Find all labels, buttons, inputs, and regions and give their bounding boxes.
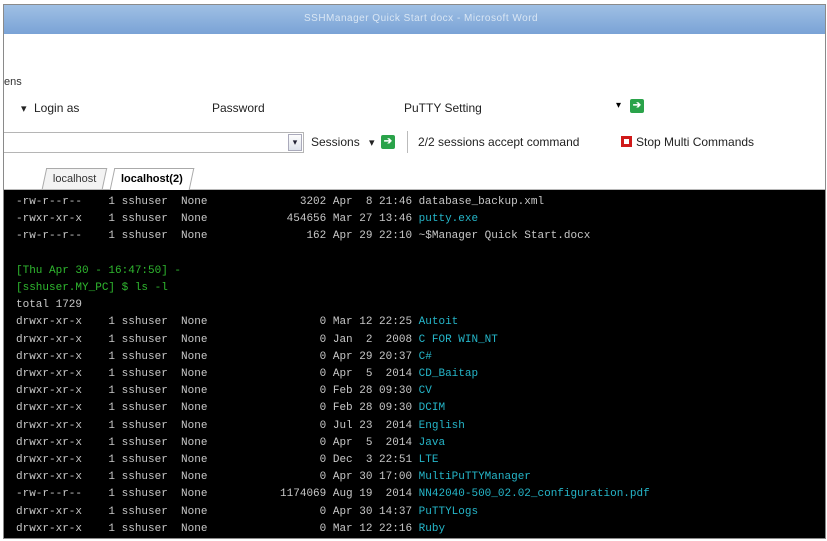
terminal[interactable]: -rw-r--r-- 1 sshuser None 3202 Apr 8 21:… [4, 190, 825, 538]
terminal-file-name: CV [418, 385, 432, 398]
terminal-file-name: CD_Baitap [418, 368, 479, 380]
terminal-line: -rwxr-xr-x 1 sshuser None 454656 Mar 27 … [16, 212, 478, 227]
terminal-line-text: drwxr-xr-x 1 sshuser None 0 Apr 5 2014 [16, 368, 419, 380]
terminal-line-text: drwxr-xr-x 1 sshuser None 0 Mar 12 22:25 [16, 316, 419, 329]
tab-label: localhost [52, 173, 97, 185]
terminal-line: drwxr-xr-x 1 sshuser None 0 Dec 3 22:51 … [16, 453, 438, 468]
title-bar: SSHManager Quick Start docx - Microsoft … [4, 5, 825, 34]
login-arrow-icon[interactable]: ▾ [21, 102, 27, 115]
terminal-line-text: drwxr-xr-x 1 sshuser None 0 Apr 5 2014 [16, 436, 419, 449]
terminal-line: -rw-r--r-- 1 sshuser None 3202 Apr 8 21:… [16, 195, 544, 210]
terminal-file-name: C# [418, 350, 432, 363]
sessions-label[interactable]: Sessions [311, 135, 360, 149]
terminal-line-text: drwxr-xr-x 1 sshuser None 0 Jul 23 2014 [16, 419, 419, 432]
password-input[interactable] [273, 97, 387, 117]
terminal-line: total 1729 [16, 298, 82, 313]
terminal-file-name: Java [418, 436, 446, 449]
terminal-file-name: Autoit [418, 316, 459, 329]
send-command-icon[interactable]: ➔ [381, 135, 395, 149]
terminal-file-name: C FOR WIN_NT [418, 333, 498, 346]
terminal-line: drwxr-xr-x 1 sshuser None 0 Jan 2 2008 C… [16, 333, 498, 348]
tab-localhost[interactable]: localhost [41, 168, 108, 189]
terminal-line-text: total 1729 [16, 299, 83, 312]
putty-setting-label: PuTTY Setting [404, 101, 482, 115]
chevron-down-icon: ▾ [615, 100, 621, 111]
terminal-line-text: -rw-r--r-- 1 sshuser None 162 Apr 29 22:… [16, 230, 591, 243]
terminal-line-text: [sshuser.MY_PC] $ ls -l [16, 282, 168, 294]
terminal-line: drwxr-xr-x 1 sshuser None 0 Apr 29 20:37… [16, 350, 432, 365]
toolbar-divider [407, 131, 408, 153]
putty-setting-select[interactable]: ▾ [486, 96, 626, 117]
terminal-line-text: drwxr-xr-x 1 sshuser None 0 Jan 2 2008 [16, 333, 419, 346]
menu-fragment[interactable]: ens [4, 76, 22, 88]
tab-localhost-2[interactable]: localhost(2) [109, 168, 195, 190]
terminal-file-name: PuTTYLogs [418, 505, 479, 518]
terminal-line: drwxr-xr-x 1 sshuser None 0 Mar 12 22:16… [16, 522, 445, 537]
terminal-line-text: drwxr-xr-x 1 sshuser None 0 Apr 29 20:37 [16, 350, 419, 363]
session-tabs: localhost localhost(2) [4, 165, 825, 190]
terminal-line-text: -rw-r--r-- 1 sshuser None 3202 Apr 8 21:… [16, 196, 545, 208]
terminal-file-name: DCIM [418, 402, 446, 415]
stop-multi-commands-button[interactable]: Stop Multi Commands [636, 135, 754, 149]
terminal-line: -rw-r--r-- 1 sshuser None 162 Apr 29 22:… [16, 229, 590, 244]
terminal-line: drwxr-xr-x 1 sshuser None 0 Apr 30 14:37… [16, 505, 478, 520]
password-label: Password [212, 101, 265, 115]
terminal-line-text: -rwxr-xr-x 1 sshuser None 454656 Mar 27 … [16, 213, 419, 226]
terminal-line: drwxr-xr-x 1 sshuser None 0 Feb 28 09:30… [16, 401, 445, 416]
terminal-file-name: putty.exe [418, 213, 479, 226]
chevron-down-icon[interactable]: ▾ [288, 134, 302, 151]
login-input[interactable] [94, 97, 208, 117]
terminal-line: [sshuser.MY_PC] $ ls -l [16, 281, 168, 296]
terminal-line: drwxr-xr-x 1 sshuser None 0 Apr 30 17:00… [16, 470, 531, 485]
window-title: SSHManager Quick Start docx - Microsoft … [304, 13, 539, 24]
terminal-line: drwxr-xr-x 1 sshuser None 0 Jul 23 2014 … [16, 419, 465, 434]
terminal-line: drwxr-xr-x 1 sshuser None 0 Mar 12 22:25… [16, 315, 458, 330]
terminal-file-name: LTE [418, 454, 439, 466]
tab-label: localhost(2) [121, 173, 183, 185]
terminal-file-name: NN42040-500_02.02_configuration.pdf [418, 488, 650, 501]
terminal-file-name: Ruby [418, 522, 446, 535]
terminal-line-text: [Thu Apr 30 - 16:47:50] - [16, 264, 182, 277]
terminal-file-name: English [418, 419, 465, 432]
sessions-status: 2/2 sessions accept command [418, 135, 580, 149]
terminal-line: drwxr-xr-x 1 sshuser None 0 Apr 5 2014 J… [16, 436, 445, 451]
terminal-line: -rw-r--r-- 1 sshuser None 1174069 Aug 19… [16, 487, 650, 502]
terminal-line-text: drwxr-xr-x 1 sshuser None 0 Feb 28 09:30 [16, 402, 419, 415]
terminal-line: drwxr-xr-x 1 sshuser None 0 Apr 5 2014 C… [16, 367, 478, 382]
terminal-line-text: drwxr-xr-x 1 sshuser None 0 Feb 28 09:30 [16, 385, 419, 398]
apply-setting-icon[interactable]: ➔ [630, 99, 644, 113]
terminal-line-text: drwxr-xr-x 1 sshuser None 0 Dec 3 22:51 [16, 454, 419, 466]
command-input[interactable]: ▾ [4, 132, 304, 153]
terminal-line-text: -rw-r--r-- 1 sshuser None 1174069 Aug 19… [16, 488, 419, 501]
sessions-arrow-icon[interactable]: ▾ [369, 136, 375, 149]
app-window: SSHManager Quick Start docx - Microsoft … [3, 4, 826, 539]
stop-icon[interactable] [621, 136, 632, 147]
terminal-file-name: MultiPuTTYManager [418, 471, 531, 484]
terminal-line-text: drwxr-xr-x 1 sshuser None 0 Mar 12 22:16 [16, 522, 419, 535]
terminal-line: [Thu Apr 30 - 16:47:50] - [16, 264, 181, 279]
terminal-line-text: drwxr-xr-x 1 sshuser None 0 Apr 30 17:00 [16, 471, 419, 484]
terminal-line: drwxr-xr-x 1 sshuser None 0 Feb 28 09:30… [16, 384, 432, 399]
terminal-line-text: drwxr-xr-x 1 sshuser None 0 Apr 30 14:37 [16, 505, 419, 518]
login-label: Login as [34, 101, 80, 115]
